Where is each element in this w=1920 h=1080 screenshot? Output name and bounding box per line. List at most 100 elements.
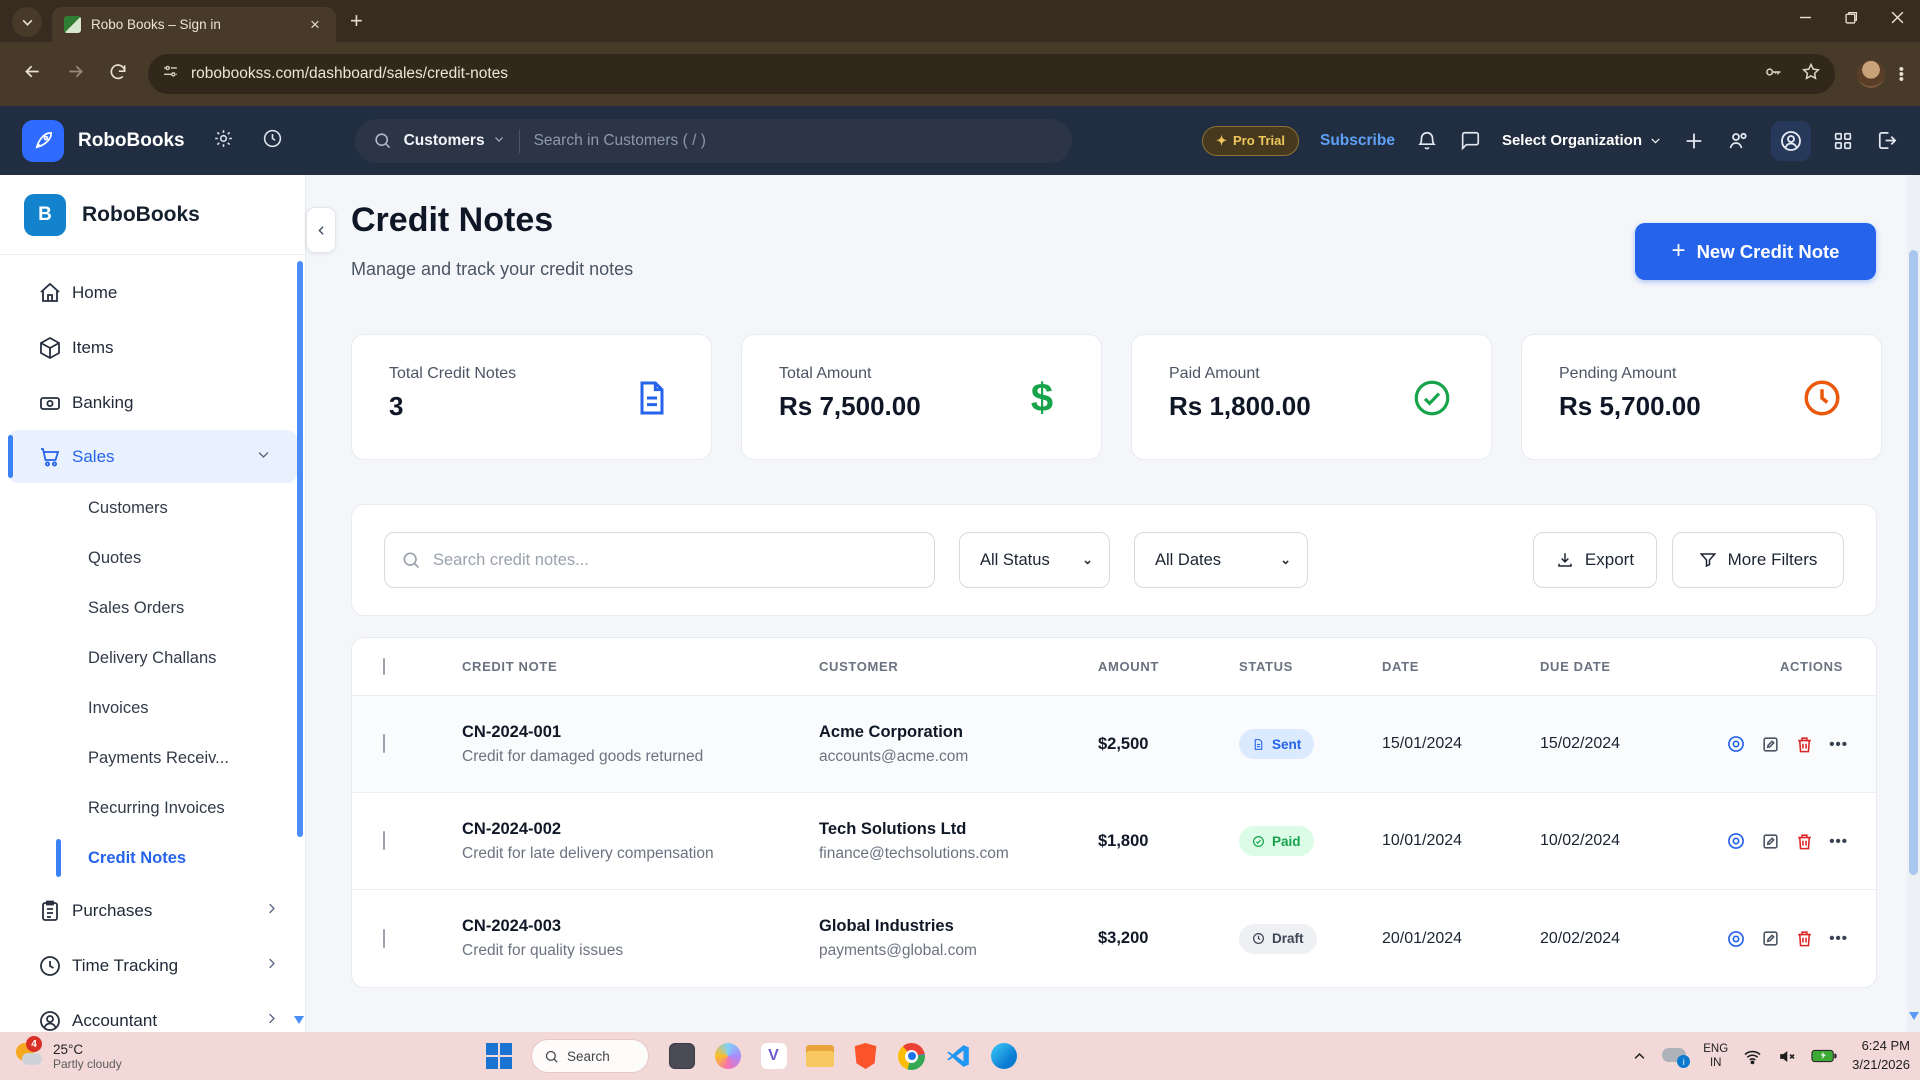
v-app-icon[interactable]: V xyxy=(760,1043,787,1070)
dark-app-icon[interactable] xyxy=(668,1043,695,1070)
view-action-icon[interactable] xyxy=(1726,929,1746,949)
status-select[interactable]: All Status ⌄ xyxy=(959,532,1110,588)
global-search[interactable]: Customers xyxy=(355,119,1072,163)
tab-search-icon[interactable] xyxy=(12,7,42,37)
more-actions-icon[interactable]: ••• xyxy=(1829,736,1848,753)
sidebar-item-accountant[interactable]: Accountant xyxy=(0,993,305,1032)
more-actions-icon[interactable]: ••• xyxy=(1829,833,1848,850)
url-text[interactable]: robobookss.com/dashboard/sales/credit-no… xyxy=(191,65,1745,83)
url-bar[interactable]: robobookss.com/dashboard/sales/credit-no… xyxy=(148,54,1835,94)
sidebar-subitem-sales-orders[interactable]: Sales Orders xyxy=(0,583,305,633)
language-indicator[interactable]: ENG IN xyxy=(1703,1042,1728,1071)
row-checkbox[interactable] xyxy=(383,929,385,948)
sidebar-item-banking[interactable]: Banking xyxy=(0,375,305,430)
more-actions-icon[interactable]: ••• xyxy=(1829,930,1848,947)
subscribe-link[interactable]: Subscribe xyxy=(1320,132,1395,150)
vscode-icon[interactable] xyxy=(944,1043,971,1070)
select-organization-dropdown[interactable]: Select Organization xyxy=(1502,132,1662,149)
robobooks-logo-icon[interactable] xyxy=(22,120,64,162)
close-window-icon[interactable] xyxy=(1874,0,1920,34)
sidebar-item-purchases[interactable]: Purchases xyxy=(0,883,305,938)
sidebar-item-label: Banking xyxy=(72,393,133,413)
history-clock-icon[interactable] xyxy=(262,128,283,154)
delete-action-icon[interactable] xyxy=(1795,832,1814,851)
tab-close-icon[interactable]: × xyxy=(304,14,326,36)
add-plus-icon[interactable] xyxy=(1683,130,1705,152)
table-row[interactable]: CN-2024-003 Credit for quality issues Gl… xyxy=(352,890,1876,987)
apps-grid-icon[interactable] xyxy=(1832,130,1854,152)
users-icon[interactable] xyxy=(1726,129,1750,153)
sidebar-subitem-delivery-challans[interactable]: Delivery Challans xyxy=(0,633,305,683)
windows-start-icon[interactable] xyxy=(485,1043,512,1070)
wifi-icon[interactable] xyxy=(1743,1047,1762,1066)
volume-muted-icon[interactable] xyxy=(1777,1047,1796,1066)
password-key-icon[interactable] xyxy=(1763,62,1783,87)
sidebar-item-home[interactable]: Home xyxy=(0,265,305,320)
feedback-chat-icon[interactable] xyxy=(1459,130,1481,152)
view-action-icon[interactable] xyxy=(1726,734,1746,754)
export-button[interactable]: Export xyxy=(1533,532,1657,588)
sidebar-scroll-down-icon[interactable] xyxy=(294,1016,304,1024)
battery-charging-icon[interactable] xyxy=(1811,1048,1837,1064)
chrome-icon[interactable] xyxy=(898,1043,925,1070)
refresh-icon[interactable] xyxy=(108,62,128,87)
browser-tab[interactable]: Robo Books – Sign in × xyxy=(52,7,336,42)
edit-action-icon[interactable] xyxy=(1761,929,1780,948)
file-explorer-icon[interactable] xyxy=(806,1043,833,1070)
copilot-icon[interactable] xyxy=(714,1043,741,1070)
sidebar-item-time-tracking[interactable]: Time Tracking xyxy=(0,938,305,993)
onedrive-icon[interactable]: i xyxy=(1662,1046,1688,1066)
brave-icon[interactable] xyxy=(852,1043,879,1070)
row-checkbox[interactable] xyxy=(383,734,385,753)
tray-chevron-up-icon[interactable] xyxy=(1632,1049,1647,1064)
chevron-down-icon[interactable] xyxy=(493,132,505,150)
row-checkbox[interactable] xyxy=(383,831,385,850)
sidebar-subitem-recurring-invoices[interactable]: Recurring Invoices xyxy=(0,783,305,833)
delete-action-icon[interactable] xyxy=(1795,735,1814,754)
sidebar-subitem-payments-received[interactable]: Payments Receiv... xyxy=(0,733,305,783)
browser-menu-icon[interactable]: ••• xyxy=(1899,67,1904,82)
edit-action-icon[interactable] xyxy=(1761,735,1780,754)
select-all-checkbox[interactable] xyxy=(383,658,385,675)
sidebar-subitem-quotes[interactable]: Quotes xyxy=(0,533,305,583)
credit-notes-search-input[interactable] xyxy=(433,551,918,570)
taskbar-weather-widget[interactable]: 4 25°C Partly cloudy xyxy=(14,1032,122,1080)
page-scroll-down-icon[interactable] xyxy=(1909,1012,1919,1020)
site-info-icon[interactable] xyxy=(162,63,179,85)
credit-notes-search[interactable] xyxy=(384,532,935,588)
search-scope-dropdown[interactable]: Customers xyxy=(404,132,485,150)
page-scrollbar-thumb[interactable] xyxy=(1909,250,1918,875)
table-row[interactable]: CN-2024-002 Credit for late delivery com… xyxy=(352,793,1876,890)
view-action-icon[interactable] xyxy=(1726,831,1746,851)
global-search-input[interactable] xyxy=(534,132,1054,150)
minimize-icon[interactable] xyxy=(1782,0,1828,34)
logout-icon[interactable] xyxy=(1875,129,1898,152)
sidebar-subitem-invoices[interactable]: Invoices xyxy=(0,683,305,733)
sidebar-subitem-customers[interactable]: Customers xyxy=(0,483,305,533)
sidebar-item-sales[interactable]: Sales xyxy=(8,430,297,483)
back-icon[interactable] xyxy=(22,61,43,87)
sidebar-subitem-credit-notes[interactable]: Credit Notes xyxy=(0,833,305,883)
restore-icon[interactable] xyxy=(1828,0,1874,34)
taskbar-search[interactable]: Search xyxy=(531,1039,649,1073)
account-profile-icon[interactable] xyxy=(1771,121,1811,161)
sidebar-scrollbar[interactable] xyxy=(297,261,303,837)
delete-action-icon[interactable] xyxy=(1795,929,1814,948)
browser-profile-avatar[interactable] xyxy=(1857,60,1885,88)
settings-gear-icon[interactable] xyxy=(213,128,234,154)
notifications-bell-icon[interactable] xyxy=(1416,130,1438,152)
forward-icon[interactable] xyxy=(65,61,86,87)
page-scrollbar-track[interactable] xyxy=(1907,175,1920,1032)
edit-action-icon[interactable] xyxy=(1761,832,1780,851)
new-tab-icon[interactable]: + xyxy=(350,8,363,34)
table-row[interactable]: CN-2024-001 Credit for damaged goods ret… xyxy=(352,696,1876,793)
edge-icon[interactable] xyxy=(990,1043,1017,1070)
more-filters-button[interactable]: More Filters xyxy=(1672,532,1844,588)
sidebar-item-items[interactable]: Items xyxy=(0,320,305,375)
sidebar-collapse-button[interactable] xyxy=(306,207,336,253)
new-credit-note-button[interactable]: + New Credit Note xyxy=(1635,223,1876,280)
bookmark-star-icon[interactable] xyxy=(1801,62,1821,87)
col-header: AMOUNT xyxy=(1098,659,1239,674)
dates-select[interactable]: All Dates ⌄ xyxy=(1134,532,1308,588)
taskbar-clock[interactable]: 6:24 PM 3/21/2026 xyxy=(1852,1037,1910,1075)
